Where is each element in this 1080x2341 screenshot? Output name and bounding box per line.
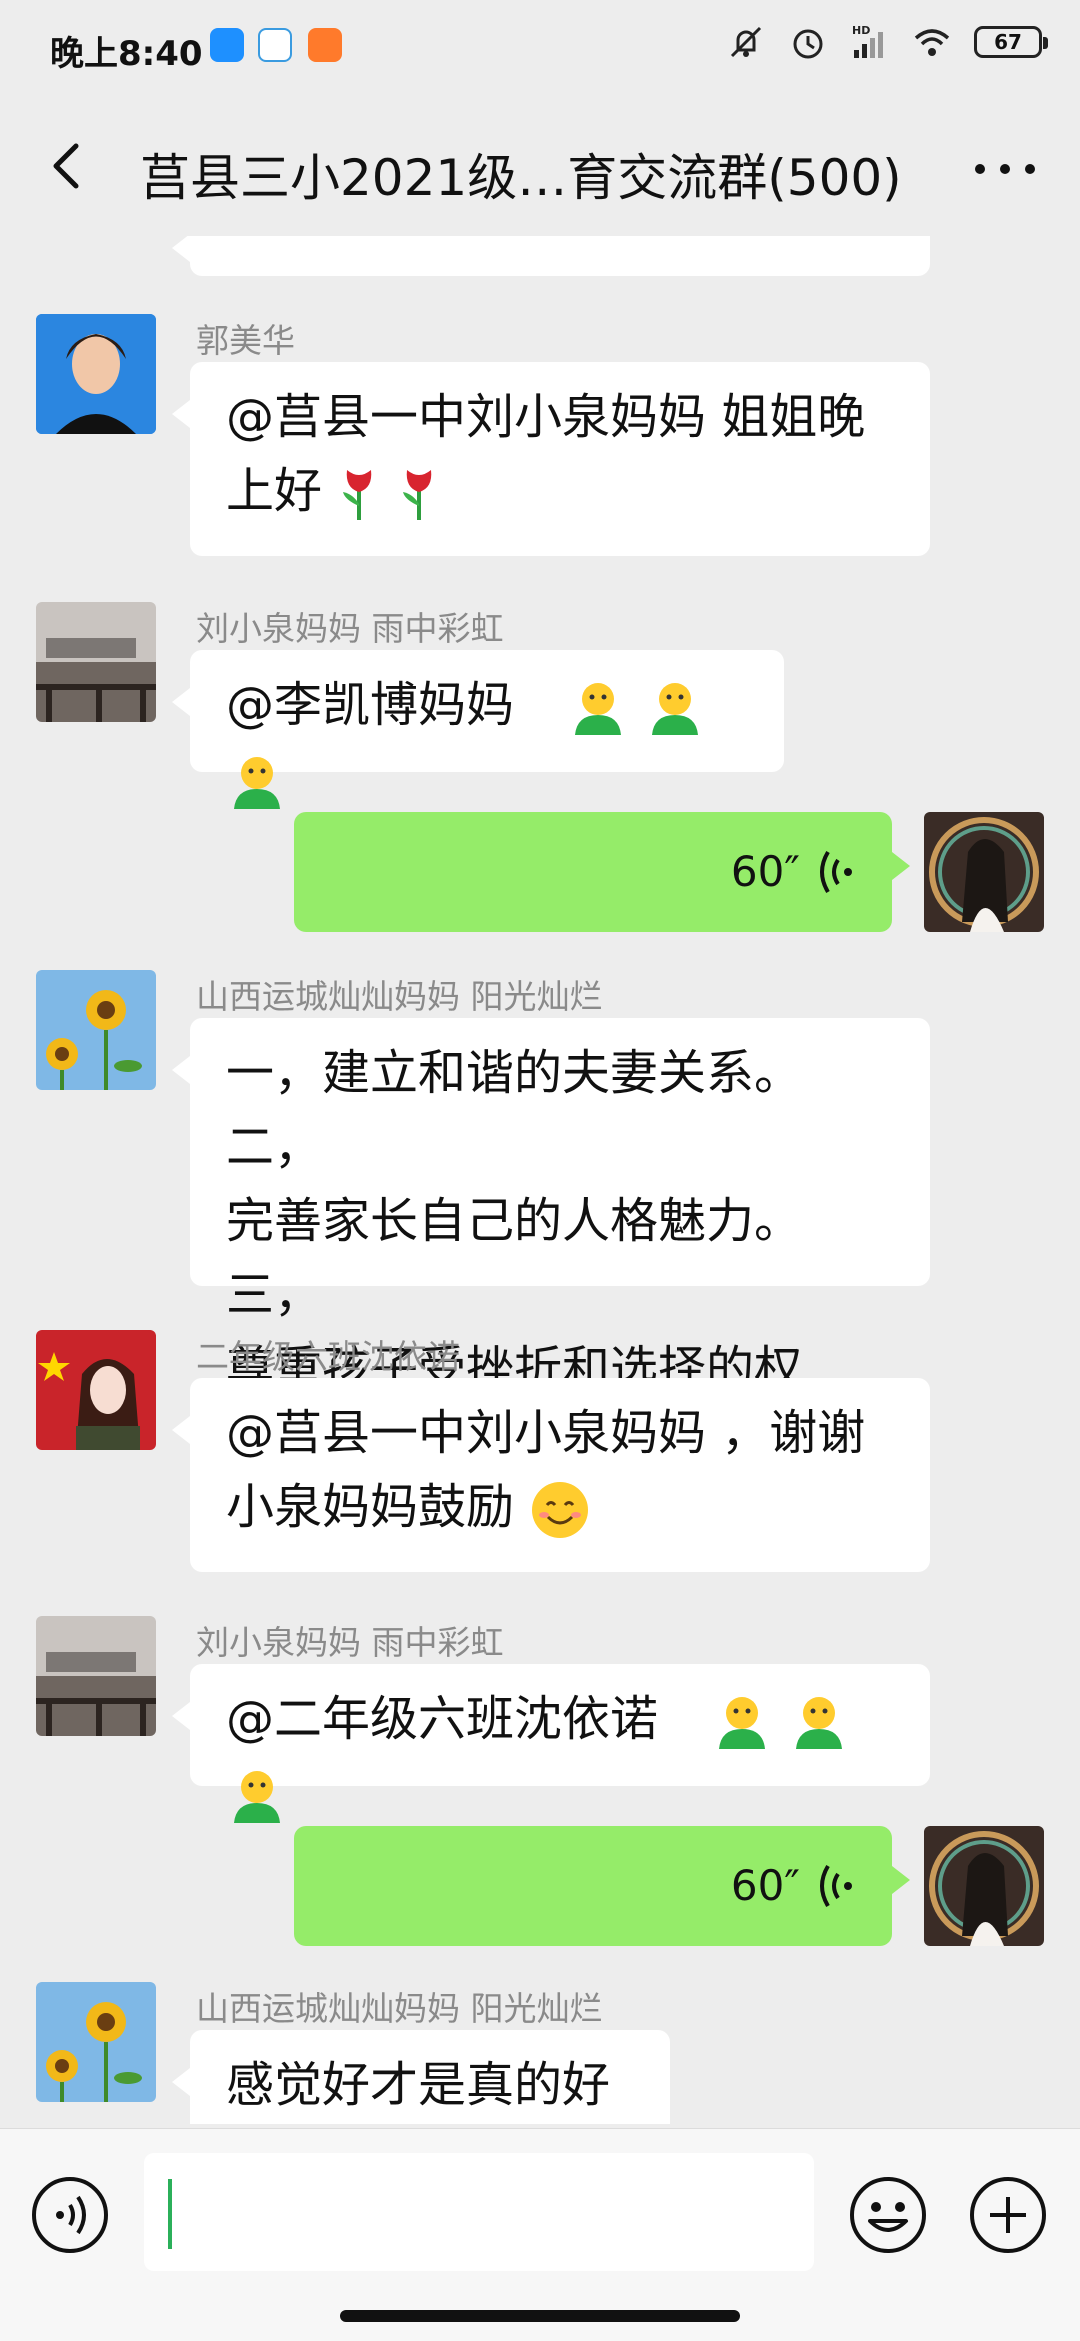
- message-text: @莒县一中刘小泉妈妈 ，谢谢: [226, 1405, 866, 1461]
- back-arrow-icon[interactable]: [38, 136, 98, 196]
- message-bubble[interactable]: @莒县一中刘小泉妈妈 姐姐晚 上好: [172, 362, 930, 556]
- sender-name: 二年级六班沈依诺: [196, 1337, 460, 1376]
- avatar[interactable]: [36, 602, 156, 722]
- message-text: @李凯博妈妈: [226, 677, 515, 733]
- person-emoji-icon: [574, 683, 621, 735]
- message-text: 一，建立和谐的夫妻关系。二，: [226, 1045, 803, 1175]
- avatar[interactable]: [924, 1826, 1044, 1946]
- message-bubble[interactable]: @莒县一中刘小泉妈妈 ，谢谢 小泉妈妈鼓励: [172, 1378, 930, 1572]
- home-indicator[interactable]: [340, 2310, 740, 2322]
- avatar[interactable]: [924, 812, 1044, 932]
- person-emoji-icon: [651, 683, 698, 735]
- message-text: 小泉妈妈鼓励: [226, 1470, 894, 1544]
- person-emoji-icon: [234, 1771, 280, 1823]
- chat-title: 莒县三小2021级…育交流群(500): [140, 149, 902, 207]
- avatar[interactable]: [36, 314, 156, 434]
- app-notification-icon: [308, 28, 342, 62]
- avatar[interactable]: [36, 1330, 156, 1450]
- chat-header: 莒县三小2021级…育交流群(500): [0, 96, 1080, 242]
- app-notification-icon: [258, 28, 292, 62]
- voice-duration: 60″: [730, 847, 800, 896]
- voice-message-bubble[interactable]: 60″: [294, 1826, 910, 1946]
- text-caret: [168, 2179, 172, 2249]
- message-list[interactable]: 郭美华 @莒县一中刘小泉妈妈 姐姐晚 上好 刘小泉妈妈 雨中彩虹 @李凯博妈妈 …: [0, 236, 1080, 2124]
- battery-icon: 67: [974, 26, 1048, 58]
- rose-icon: [402, 470, 431, 520]
- status-bar: 晚上8:40 HD 67: [0, 0, 1080, 96]
- person-emoji-icon: [718, 1697, 765, 1749]
- message-bubble[interactable]: [172, 236, 930, 276]
- plus-icon[interactable]: [966, 2173, 1050, 2257]
- rose-icon: [343, 470, 372, 520]
- message-text: 上好: [226, 454, 894, 528]
- avatar[interactable]: [36, 970, 156, 1090]
- wifi-icon: [914, 29, 950, 56]
- more-icon[interactable]: [970, 144, 1040, 194]
- message-text: 完善家长自己的人格魅力。三，: [226, 1193, 803, 1323]
- message-bubble[interactable]: @李凯博妈妈: [172, 650, 784, 809]
- mute-icon: [730, 26, 762, 58]
- voice-message-bubble[interactable]: 60″: [294, 812, 910, 932]
- message-text: @莒县一中刘小泉妈妈 姐姐晚: [226, 389, 866, 445]
- sender-name: 郭美华: [196, 321, 295, 360]
- voice-wave-icon: [820, 850, 852, 894]
- message-input[interactable]: [144, 2153, 814, 2271]
- voice-duration: 60″: [730, 1861, 800, 1910]
- svg-text:HD: HD: [852, 24, 870, 37]
- person-emoji-icon: [795, 1697, 842, 1749]
- person-emoji-icon: [234, 757, 280, 809]
- message-bubble[interactable]: 一，建立和谐的夫妻关系。二， 完善家长自己的人格魅力。三， 尊重孩子受挫折和选择…: [172, 1018, 930, 1471]
- message-text: @二年级六班沈依诺: [226, 1691, 659, 1747]
- smile-emoji-icon: [532, 1482, 589, 1538]
- sender-name: 山西运城灿灿妈妈 阳光灿烂: [196, 977, 603, 1016]
- sender-name: 刘小泉妈妈 雨中彩虹: [196, 1623, 504, 1662]
- sender-name: 山西运城灿灿妈妈 阳光灿烂: [196, 1989, 603, 2028]
- voice-input-icon[interactable]: [28, 2173, 112, 2257]
- avatar[interactable]: [36, 1982, 156, 2102]
- app-notification-icon: [210, 28, 244, 62]
- signal-icon: HD: [852, 24, 883, 58]
- message-text: 感觉好才是真的好: [226, 2057, 611, 2113]
- alarm-icon: [793, 29, 823, 59]
- emoji-icon[interactable]: [846, 2173, 930, 2257]
- avatar[interactable]: [36, 1616, 156, 1736]
- voice-wave-icon: [820, 1864, 852, 1908]
- message-bubble[interactable]: @二年级六班沈依诺: [172, 1664, 930, 1823]
- status-time: 晚上8:40: [50, 34, 203, 74]
- message-bubble[interactable]: 感觉好才是真的好: [172, 2030, 670, 2124]
- sender-name: 刘小泉妈妈 雨中彩虹: [196, 609, 504, 648]
